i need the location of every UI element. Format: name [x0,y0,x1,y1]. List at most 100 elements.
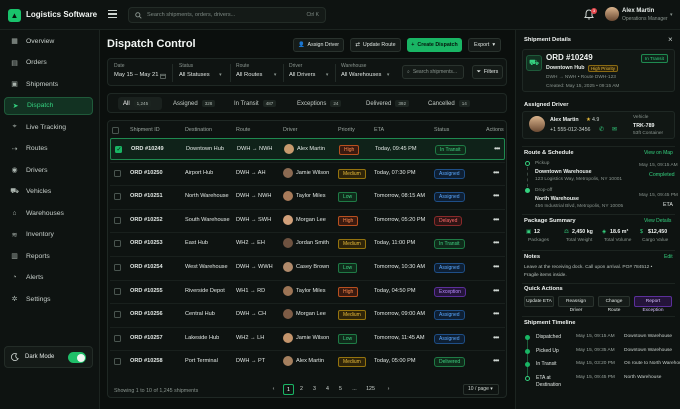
sidebar-item-inventory[interactable]: ≋ Inventory [4,226,93,244]
search-input[interactable]: Search shipments, orders, drivers... Ctr… [128,7,326,23]
sidebar-item-drivers[interactable]: ◉ Drivers [4,161,93,179]
driver-name: Jamie Wilson [296,334,330,341]
table-row[interactable]: ORD #10254 West Warehouse DWH → WWH Casey B… [110,256,505,278]
sidebar-item-orders[interactable]: ▤ Orders [4,54,93,72]
tab-delivered[interactable]: Delivered 392 [361,97,414,110]
export-button[interactable]: Export ▾ [468,38,501,52]
view-details-link[interactable]: View Details [644,218,671,224]
sidebar-item-warehouses[interactable]: ⌂ Warehouses [4,204,93,222]
menu-icon[interactable] [108,10,117,18]
user-avatar[interactable] [605,7,619,21]
row-checkbox[interactable] [114,193,121,201]
more-actions-icon[interactable]: ••• [493,215,499,224]
route-filter[interactable]: Route All Routes ▾ [236,63,276,78]
create-dispatch-button[interactable]: + Create Dispatch [407,38,462,52]
sidebar-item-overview[interactable]: ▦ Overview [4,32,93,50]
sidebar-item-routes[interactable]: ⇢ Routes [4,140,93,158]
page-button[interactable]: 4 [322,384,333,395]
more-actions-icon[interactable]: ••• [493,191,499,200]
row-checkbox[interactable] [114,334,121,342]
page-button[interactable]: 3 [309,384,320,395]
select-all-checkbox[interactable] [112,127,119,134]
table-row[interactable]: ORD #10255 Riverside Depot WH1 → RD Taylor … [110,279,505,302]
route: DWH → AH [236,169,266,176]
table-row[interactable]: ORD #10256 Central Hub DWH → CH Morgan Lee M… [110,303,505,325]
row-checkbox[interactable] [115,146,122,153]
next-page-button[interactable]: › [383,384,394,395]
edit-notes-link[interactable]: Edit [664,254,673,260]
more-actions-icon[interactable]: ••• [493,309,499,318]
shipment-search-input[interactable]: ⌕ Search shipments... [402,65,464,79]
sidebar-item-vehicles[interactable]: ⛟ Vehicles [4,183,93,201]
date-filter[interactable]: Date May 15 – May 21 [114,63,158,78]
table-row[interactable]: ORD #10251 North Warehouse DWH → NWH Taylor… [110,185,505,207]
sidebar-item-live-tracking[interactable]: ⌖ Live Tracking [4,118,93,136]
filters-button[interactable]: ⏷ Filters [472,65,503,79]
sidebar-item-shipments[interactable]: ▣ Shipments [4,75,93,93]
update-eta-button[interactable]: Update ETA [524,296,554,307]
per-page-select[interactable]: 10 / page ▾ [463,384,499,395]
close-icon[interactable]: × [668,35,673,44]
chat-icon[interactable]: ✉ [612,126,617,133]
row-checkbox[interactable] [114,311,121,319]
more-actions-icon[interactable]: ••• [493,168,499,177]
table-row[interactable]: ORD #10258 Port Terminal DWH → PT Alex Mart… [110,350,505,372]
row-checkbox[interactable] [114,240,121,248]
sidebar-item-reports[interactable]: ▥ Reports [4,247,93,265]
tab-assigned[interactable]: Assigned 328 [168,97,220,110]
table-row[interactable]: ORD #10252 South Warehouse DWH → SWH Morgan… [110,208,505,231]
column-header-route[interactable]: Route [236,127,250,133]
sidebar-item-settings[interactable]: ✲ Settings [4,290,93,308]
status-filter[interactable]: Status All Statuses ▾ [179,63,222,78]
update-route-button[interactable]: ⇄ Update Route [350,38,401,52]
row-checkbox[interactable] [114,169,121,177]
more-actions-icon[interactable]: ••• [493,356,499,365]
column-header-eta[interactable]: ETA [374,127,384,133]
driver-avatar [283,285,293,296]
page-button[interactable]: 2 [296,384,307,395]
driver-name: Alex Martin [296,358,324,365]
more-actions-icon[interactable]: ••• [493,262,499,271]
column-header-actions[interactable]: Actions [486,127,504,133]
driver-name: Morgan Lee [296,216,326,223]
assign-driver-button[interactable]: 👤 Assign Driver [293,38,344,52]
table-row[interactable]: ORD #10250 Airport Hub DWH → AH Jamie Wilso… [110,161,505,184]
table-row[interactable]: ORD #10257 Lakeside Hub WH2 → LH Jamie Wils… [110,326,505,349]
tab-all[interactable]: All 1,245 [118,97,162,110]
page-button[interactable]: 1 [283,384,294,395]
table-row[interactable]: ORD #10249 Downtown Hub DWH → NWH Alex Mart… [110,138,505,160]
tab-exceptions[interactable]: Exceptions 24 [292,97,346,110]
report-exception-button[interactable]: Report Exception [634,296,672,313]
table-row[interactable]: ORD #10253 East Hub WH2 → EH Jordan Smith Me… [110,232,505,254]
page-button[interactable]: 125 [365,384,376,395]
column-header-status[interactable]: Status [434,127,449,133]
column-header-driver[interactable]: Driver [283,127,297,133]
more-actions-icon[interactable]: ••• [493,238,499,247]
sidebar-item-dispatch[interactable]: ➤ Dispatch [4,96,93,115]
tab-cancelled[interactable]: Cancelled 14 [423,97,475,110]
reassign-driver-button[interactable]: Reassign Driver [558,296,594,313]
driver-filter[interactable]: Driver All Drivers ▾ [289,63,328,78]
dropoff-label: Drop-off [535,188,553,193]
more-actions-icon[interactable]: ••• [493,286,499,295]
change-route-button[interactable]: Change Route [598,296,630,313]
page-button[interactable]: 5 [335,384,346,395]
chevron-down-icon[interactable]: ▾ [670,12,673,18]
dark-mode-switch[interactable] [68,352,86,363]
prev-page-button[interactable]: ‹ [268,384,279,395]
row-checkbox[interactable] [114,264,121,271]
tab-in-transit[interactable]: In Transit 487 [229,97,281,110]
phone-icon[interactable]: ✆ [599,126,604,133]
row-checkbox[interactable] [114,216,121,224]
more-actions-icon[interactable]: ••• [493,333,499,342]
column-header-shipment-id[interactable]: Shipment ID [130,127,160,133]
row-checkbox[interactable] [114,358,121,366]
column-header-priority[interactable]: Priority [338,127,355,133]
sidebar-item-label: Routes [26,145,48,152]
sidebar-item-alerts[interactable]: ◔ Alerts [4,269,93,287]
more-actions-icon[interactable]: ••• [494,144,500,153]
column-header-destination[interactable]: Destination [185,127,212,133]
warehouse-filter[interactable]: Warehouse All Warehouses ▾ [341,63,389,78]
view-on-map-link[interactable]: View on Map [644,150,673,156]
row-checkbox[interactable] [114,287,121,295]
